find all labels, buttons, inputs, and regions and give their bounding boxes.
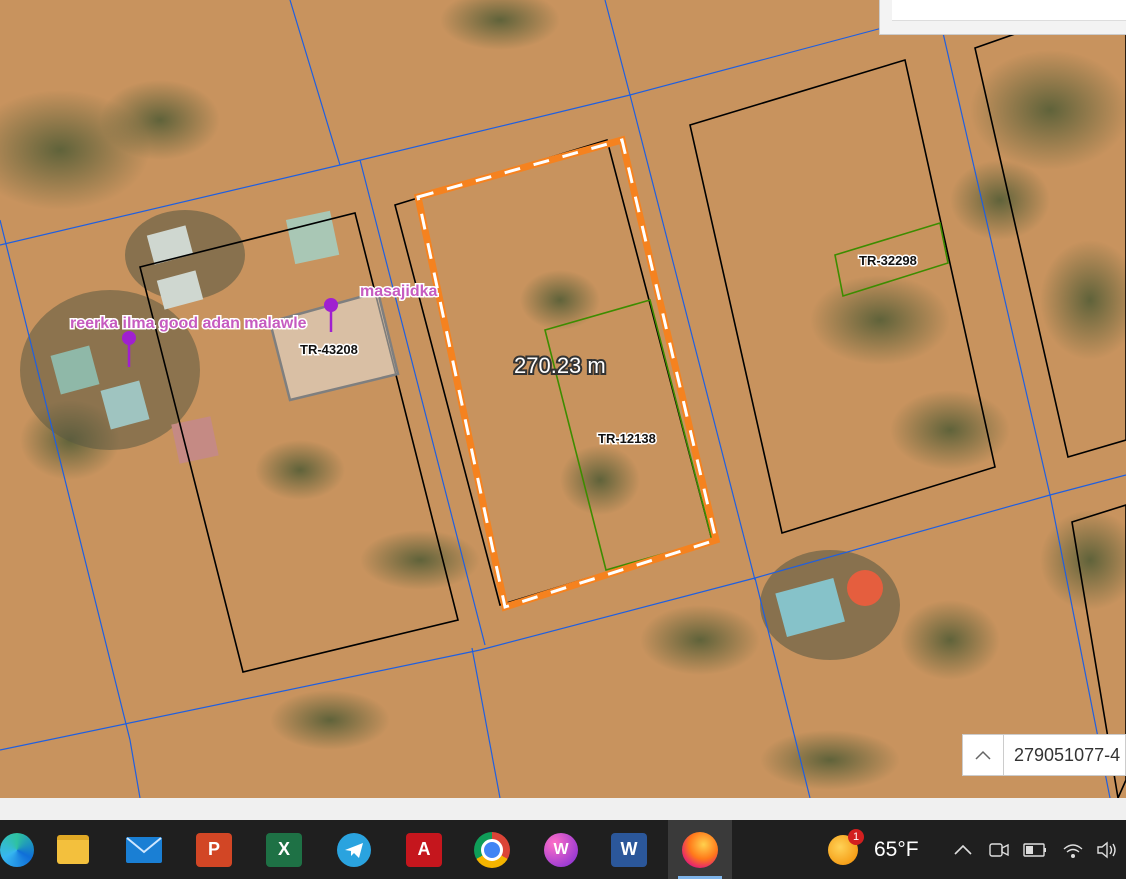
taskbar-app-edge[interactable] — [0, 820, 38, 879]
folder-icon — [57, 835, 89, 864]
poi-label-masajidka: masajidka — [360, 283, 437, 300]
parcel-label-tr-43208: TR-43208 — [300, 342, 358, 357]
taskbar-app-telegram[interactable] — [325, 820, 383, 879]
volume-icon[interactable] — [1094, 820, 1120, 879]
taskbar-app-file-explorer[interactable] — [44, 820, 102, 879]
weather-badge: 1 — [848, 828, 864, 845]
powerpoint-icon: P — [196, 832, 232, 867]
coordinate-box[interactable]: 279051077-4 — [962, 734, 1126, 776]
battery-icon[interactable] — [1022, 820, 1048, 879]
taskbar-app-chrome[interactable] — [463, 820, 521, 879]
wifi-icon[interactable] — [1060, 820, 1086, 879]
firefox-icon — [682, 831, 718, 868]
measurement-label: 270.23 m — [514, 353, 606, 378]
taskbar-app-word[interactable]: W — [600, 820, 658, 879]
parcel-label-tr-12138: TR-12138 — [598, 431, 656, 446]
map-view[interactable]: reerka ilma good adan malawle masajidka … — [0, 0, 1126, 798]
taskbar-app-mail[interactable] — [115, 820, 173, 879]
chevron-up-icon[interactable] — [950, 820, 976, 879]
telegram-icon — [337, 832, 371, 867]
taskbar-app-video-editor[interactable]: W — [532, 820, 590, 879]
taskbar-app-firefox[interactable] — [668, 820, 732, 879]
video-editor-icon: W — [544, 832, 578, 867]
taskbar-app-powerpoint[interactable]: P — [185, 820, 243, 879]
edge-icon — [0, 832, 34, 867]
taskbar: P X A W W 1 65°F — [0, 820, 1126, 879]
excel-icon: X — [266, 832, 302, 867]
top-right-panel[interactable] — [879, 0, 1126, 35]
status-strip — [0, 798, 1126, 820]
chrome-icon — [474, 831, 510, 868]
poi-label-reerka: reerka ilma good adan malawle — [70, 315, 307, 332]
meet-now-icon[interactable] — [986, 820, 1012, 879]
caret-up-icon[interactable] — [963, 735, 1004, 775]
taskbar-app-autocad[interactable]: A — [395, 820, 453, 879]
weather-temperature: 65°F — [874, 837, 919, 861]
map-canvas[interactable]: reerka ilma good adan malawle masajidka … — [0, 0, 1126, 798]
taskbar-app-excel[interactable]: X — [255, 820, 313, 879]
parcel-label-tr-32298: TR-32298 — [859, 253, 917, 268]
autocad-icon: A — [406, 832, 442, 867]
word-icon: W — [611, 832, 647, 867]
top-right-panel-field[interactable] — [892, 0, 1126, 21]
weather-sun-icon: 1 — [828, 828, 864, 865]
weather-widget[interactable]: 1 65°F — [828, 820, 919, 879]
mail-icon — [126, 836, 162, 863]
coordinate-value[interactable]: 279051077-4 — [1004, 745, 1120, 766]
